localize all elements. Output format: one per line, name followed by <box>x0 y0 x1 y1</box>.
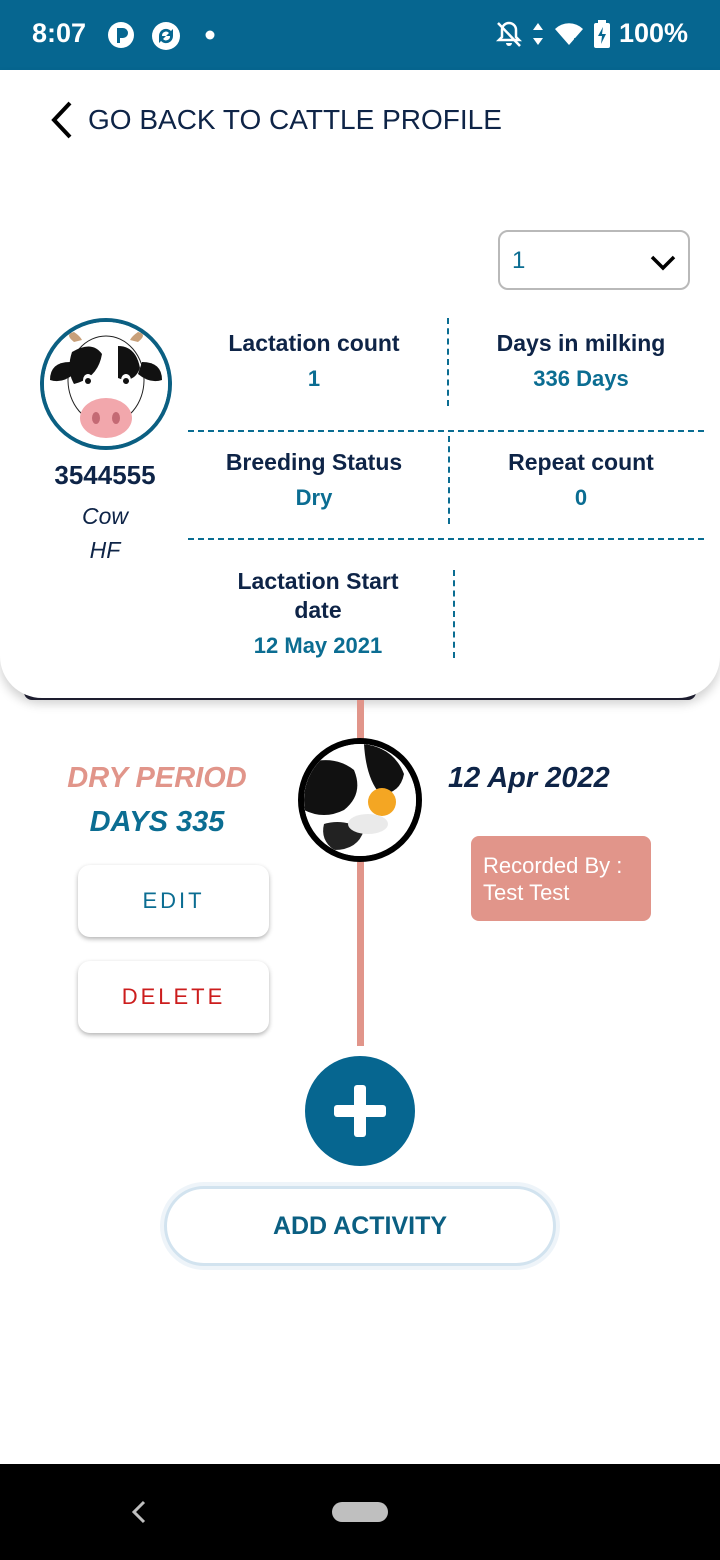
dot-icon <box>205 30 215 40</box>
data-arrows-icon <box>532 22 543 45</box>
plus-icon <box>334 1085 386 1137</box>
cattle-id: 3544555 <box>54 460 156 490</box>
event-title: DRY PERIOD <box>67 762 247 794</box>
p-app-icon <box>108 22 134 48</box>
sync-icon <box>152 22 180 50</box>
nav-back-icon[interactable] <box>128 1498 150 1526</box>
stat-lactation-count: Lactation count 1 <box>196 329 432 392</box>
stat-label: Repeat count <box>508 449 654 475</box>
cattle-breed: HF <box>89 537 121 563</box>
stat-breeding-status: Breeding Status Dry <box>196 448 432 511</box>
lactation-select[interactable]: 1 <box>498 230 690 290</box>
edit-button[interactable]: EDIT <box>78 865 269 937</box>
divider-horizontal <box>188 538 704 540</box>
stat-days-in-milking: Days in milking 336 Days <box>462 329 700 392</box>
lactation-select-value: 1 <box>512 247 526 274</box>
stat-label: Lactation count <box>228 330 400 356</box>
status-right: 5 100% <box>495 18 688 49</box>
cattle-type: Cow <box>81 503 128 529</box>
timeline-line <box>357 860 364 1046</box>
back-link-label: GO BACK TO CATTLE PROFILE <box>88 104 502 135</box>
recorded-by-name: Test Test <box>483 880 570 905</box>
stat-label-line1: Lactation Start <box>237 568 399 594</box>
battery-percent: 100% <box>618 18 688 48</box>
stat-value: 336 Days <box>533 366 629 391</box>
stat-repeat-count: Repeat count 0 <box>462 448 700 511</box>
add-button[interactable] <box>305 1056 415 1166</box>
timeline-line <box>357 700 364 740</box>
battery-charging-icon <box>593 19 610 48</box>
stat-label-line2: date <box>294 597 342 623</box>
nav-home-pill[interactable] <box>332 1502 388 1522</box>
divider-horizontal <box>188 430 704 432</box>
stat-lactation-start: Lactation Start date 12 May 2021 <box>196 567 440 659</box>
divider-vertical <box>453 570 455 658</box>
event-days: DAYS 335 <box>89 806 225 838</box>
delete-button[interactable]: DELETE <box>78 961 269 1033</box>
chevron-left-icon <box>51 101 72 139</box>
stat-label: Breeding Status <box>225 449 403 475</box>
status-bar: 8:07 5 100% <box>0 0 720 70</box>
stat-value: 0 <box>574 485 588 510</box>
cow-patch-icon <box>304 744 416 856</box>
status-time: 8:07 <box>32 18 87 48</box>
stat-value: 12 May 2021 <box>253 633 383 658</box>
event-date: 12 Apr 2022 <box>448 762 610 794</box>
stat-value: 1 <box>307 366 321 391</box>
divider-vertical <box>447 318 449 406</box>
cow-face-icon <box>44 322 168 446</box>
svg-text:5: 5 <box>573 36 581 47</box>
timeline-event-icon <box>298 738 422 862</box>
recorded-by-badge: Recorded By : Test Test <box>471 836 651 921</box>
divider-vertical <box>448 436 450 524</box>
back-to-profile-link[interactable]: GO BACK TO CATTLE PROFILE <box>48 100 502 140</box>
stat-value: Dry <box>295 485 333 510</box>
bell-off-icon <box>495 21 522 47</box>
chevron-down-icon <box>650 255 676 271</box>
add-activity-button[interactable]: ADD ACTIVITY <box>164 1186 556 1266</box>
wifi-icon: 5 <box>554 22 583 47</box>
stat-label: Days in milking <box>496 330 666 356</box>
avatar <box>40 318 172 450</box>
recorded-by-label: Recorded By : <box>483 853 623 878</box>
